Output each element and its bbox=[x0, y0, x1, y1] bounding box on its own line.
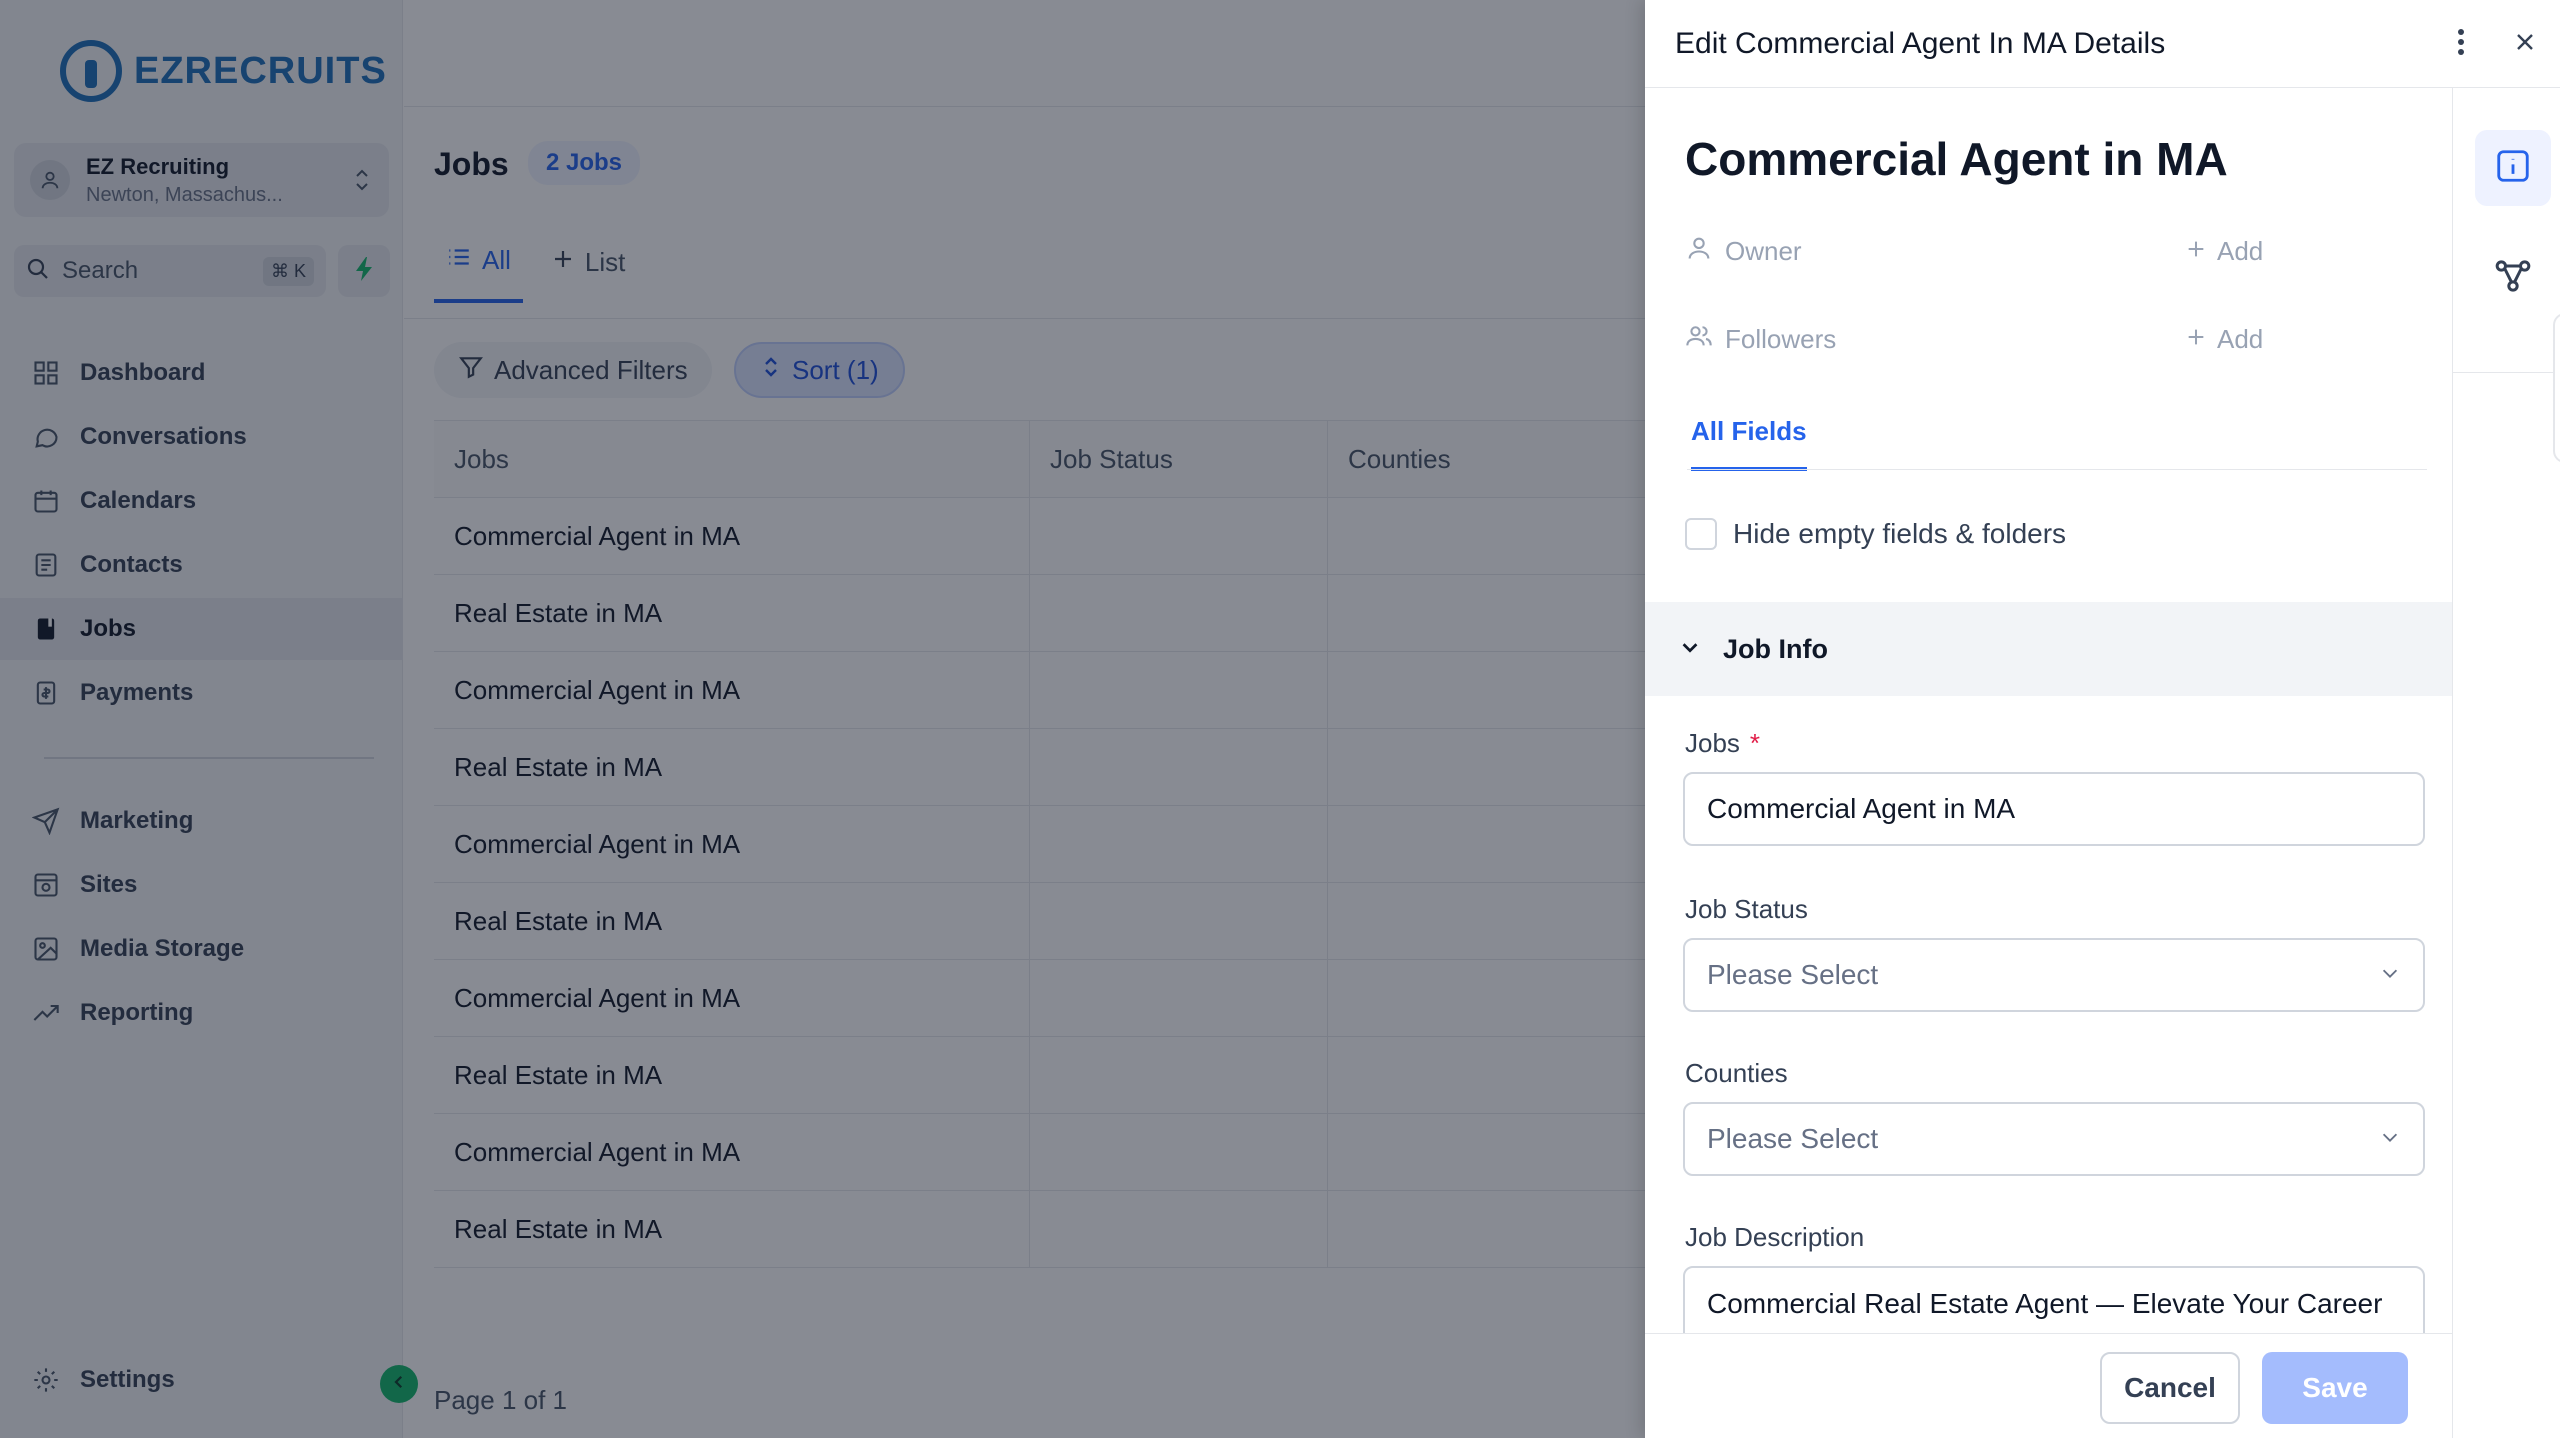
counties-select[interactable]: Please Select bbox=[1683, 1102, 2425, 1176]
jobs-label-text: Jobs bbox=[1685, 728, 1740, 758]
owner-label-group: Owner bbox=[1685, 234, 2185, 269]
add-follower-label: Add bbox=[2217, 324, 2264, 354]
counties-label: Counties bbox=[1685, 1058, 1788, 1088]
details-panel-button[interactable] bbox=[2475, 130, 2551, 206]
job-status-placeholder: Please Select bbox=[1707, 959, 1879, 990]
save-button[interactable]: Save bbox=[2262, 1352, 2408, 1424]
more-vertical-icon bbox=[2456, 27, 2466, 62]
job-description-label: Job Description bbox=[1685, 1222, 1865, 1252]
drawer-header: Edit Commercial Agent In MA Details bbox=[1645, 0, 2560, 88]
add-owner-button[interactable]: Add bbox=[2185, 236, 2263, 267]
owner-label: Owner bbox=[1725, 236, 1802, 266]
tab-all-fields[interactable]: All Fields bbox=[1691, 416, 1807, 471]
chevron-down-icon bbox=[2379, 1123, 2401, 1155]
rail-expand-handle[interactable] bbox=[2553, 313, 2560, 463]
user-icon bbox=[1685, 234, 1713, 269]
followers-label: Followers bbox=[1725, 324, 1837, 354]
followers-row: Followers Add bbox=[1685, 322, 2425, 357]
associations-panel-button[interactable] bbox=[2475, 240, 2551, 316]
drawer-body: Commercial Agent in MA Owner Add Followe… bbox=[1645, 88, 2453, 1333]
job-status-label: Job Status bbox=[1685, 894, 1808, 924]
jobs-field-label: Jobs * bbox=[1685, 728, 1760, 759]
drawer-side-rail bbox=[2453, 88, 2560, 1438]
cancel-button[interactable]: Cancel bbox=[2100, 1352, 2240, 1424]
hide-empty-label: Hide empty fields & folders bbox=[1733, 518, 2067, 549]
add-owner-label: Add bbox=[2217, 236, 2264, 266]
owner-row: Owner Add bbox=[1685, 234, 2425, 269]
more-options-button[interactable] bbox=[2441, 24, 2481, 64]
close-icon bbox=[2513, 30, 2537, 59]
job-description-textarea[interactable]: Commercial Real Estate Agent — Elevate Y… bbox=[1683, 1266, 2425, 1333]
drawer-title: Edit Commercial Agent In MA Details bbox=[1675, 26, 2166, 60]
network-nodes-icon bbox=[2493, 256, 2533, 301]
job-info-section-header[interactable]: Job Info bbox=[1645, 602, 2452, 696]
add-follower-button[interactable]: Add bbox=[2185, 324, 2263, 355]
plus-icon bbox=[2185, 324, 2207, 355]
info-icon bbox=[2494, 147, 2532, 190]
plus-icon bbox=[2185, 236, 2207, 267]
close-drawer-button[interactable] bbox=[2505, 24, 2545, 64]
section-title: Job Info bbox=[1723, 633, 1828, 664]
counties-placeholder: Please Select bbox=[1707, 1123, 1879, 1154]
modal-backdrop[interactable] bbox=[0, 0, 1645, 1438]
chevron-down-icon bbox=[1679, 634, 1701, 665]
record-name: Commercial Agent in MA bbox=[1685, 133, 2228, 185]
hide-empty-toggle[interactable]: Hide empty fields & folders bbox=[1685, 518, 2066, 550]
rail-divider bbox=[2453, 372, 2560, 373]
chevron-down-icon bbox=[2379, 959, 2401, 991]
hide-empty-checkbox[interactable] bbox=[1685, 518, 1717, 550]
fields-tab-divider bbox=[1687, 469, 2427, 470]
required-asterisk: * bbox=[1749, 728, 1761, 758]
drawer-footer: Cancel Save bbox=[1645, 1333, 2453, 1438]
job-status-select[interactable]: Please Select bbox=[1683, 938, 2425, 1012]
followers-label-group: Followers bbox=[1685, 322, 2185, 357]
edit-record-drawer: Edit Commercial Agent In MA Details Comm… bbox=[1645, 0, 2560, 1438]
jobs-input[interactable]: Commercial Agent in MA bbox=[1683, 772, 2425, 846]
users-icon bbox=[1685, 322, 1713, 357]
